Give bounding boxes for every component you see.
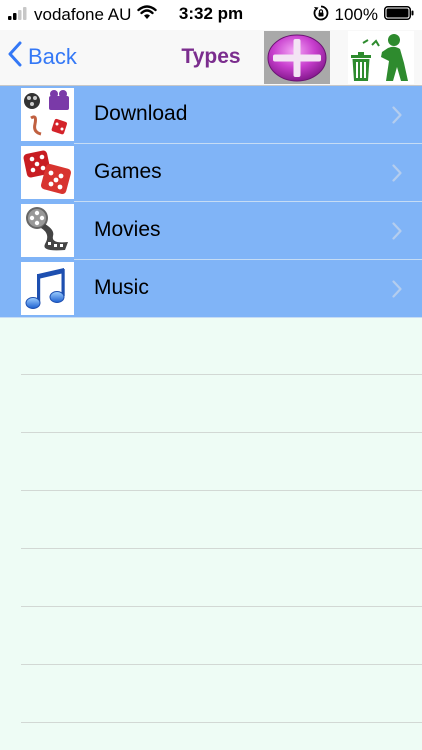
- list-item-label: Games: [94, 160, 162, 183]
- list-item-label: Download: [94, 102, 188, 125]
- battery-percent: 100%: [334, 5, 378, 24]
- delete-button[interactable]: [348, 31, 414, 84]
- list-item-music[interactable]: Music: [0, 260, 422, 318]
- empty-row-divider: [21, 606, 422, 607]
- download-collage-icon: [21, 88, 74, 141]
- chevron-right-icon: [392, 280, 402, 303]
- list-item-download[interactable]: Download: [0, 86, 422, 144]
- back-label: Back: [28, 44, 77, 69]
- list-item-label: Movies: [94, 218, 161, 241]
- rotation-lock-icon: [313, 5, 329, 26]
- dice-icon: [21, 146, 74, 199]
- battery-icon: [384, 5, 414, 25]
- empty-row-divider: [21, 548, 422, 549]
- page-title: Types: [181, 45, 241, 68]
- empty-row-divider: [21, 664, 422, 665]
- list-item-games[interactable]: Games: [0, 144, 422, 202]
- chevron-right-icon: [392, 222, 402, 245]
- empty-row-divider: [21, 374, 422, 375]
- screen: vodafone AU 3:32 pm 100% Back Types Down…: [0, 0, 422, 750]
- row-divider: [0, 317, 422, 318]
- empty-row-divider: [21, 722, 422, 723]
- list-item-label: Music: [94, 276, 149, 299]
- status-right: 100%: [313, 5, 414, 25]
- music-note-icon: [21, 262, 74, 315]
- back-button[interactable]: Back: [8, 40, 77, 74]
- list-item-movies[interactable]: Movies: [0, 202, 422, 260]
- types-list: Download Games Movies Music: [0, 86, 422, 318]
- empty-row-divider: [21, 490, 422, 491]
- chevron-right-icon: [392, 106, 402, 129]
- empty-row-divider: [21, 432, 422, 433]
- status-bar: vodafone AU 3:32 pm 100%: [0, 0, 422, 30]
- add-button[interactable]: [264, 31, 330, 84]
- chevron-left-icon: [8, 41, 28, 73]
- navigation-bar: Back Types: [0, 30, 422, 86]
- chevron-right-icon: [392, 164, 402, 187]
- film-reel-icon: [21, 204, 74, 257]
